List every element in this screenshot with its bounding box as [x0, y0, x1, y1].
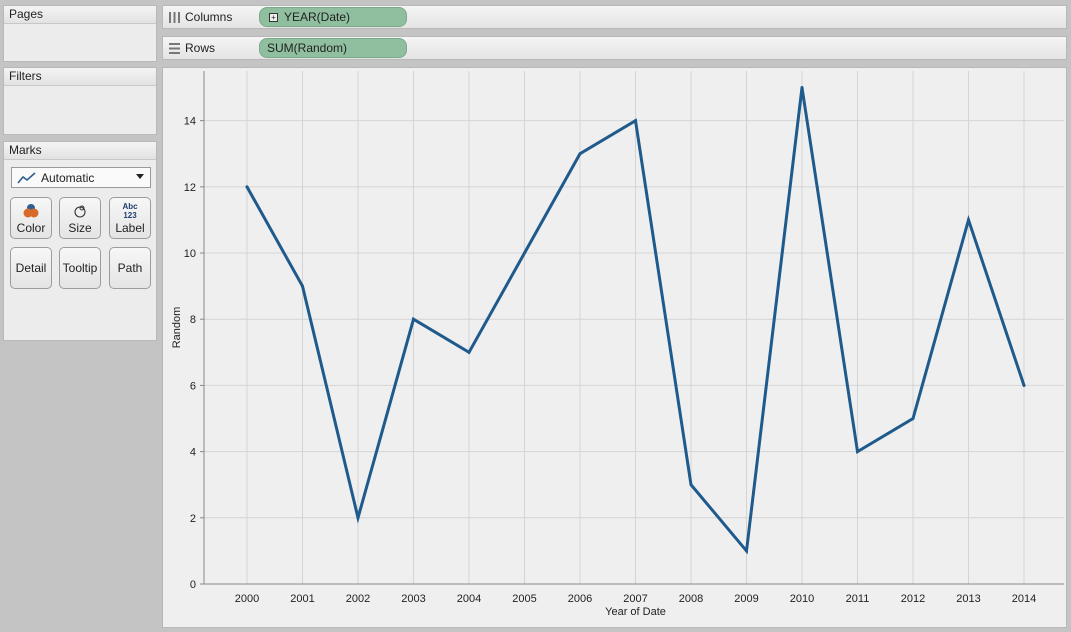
y-tick-label: 8: [190, 314, 196, 326]
data-point: [745, 549, 748, 553]
y-tick-label: 6: [190, 380, 196, 392]
label-icon-123: 123: [123, 211, 137, 220]
y-tick-label: 14: [184, 116, 196, 128]
pages-title: Pages: [4, 6, 156, 24]
data-point: [523, 251, 526, 255]
x-tick-label: 2010: [790, 593, 814, 605]
year-date-pill[interactable]: + YEAR(Date): [259, 7, 407, 27]
color-button-label: Color: [16, 221, 46, 235]
detail-button-label: Detail: [15, 261, 47, 275]
data-point: [967, 218, 970, 222]
y-tick-label: 2: [190, 513, 196, 525]
label-button[interactable]: Abc 123 Label: [109, 197, 151, 239]
filters-title: Filters: [4, 68, 156, 86]
marks-title: Marks: [4, 142, 156, 160]
y-axis-title: Random: [171, 307, 183, 349]
x-tick-label: 2003: [401, 593, 425, 605]
x-tick-label: 2013: [956, 593, 980, 605]
y-tick-label: 0: [190, 579, 196, 591]
size-icon: [60, 203, 100, 219]
y-tick-label: 10: [184, 248, 196, 260]
sum-random-pill[interactable]: SUM(Random): [259, 38, 407, 58]
data-point: [856, 450, 859, 454]
data-point: [356, 516, 360, 520]
size-button[interactable]: Size: [59, 197, 101, 239]
x-tick-label: 2004: [457, 593, 481, 605]
x-tick-label: 2000: [235, 593, 259, 605]
data-point: [467, 350, 471, 354]
mark-type-value: Automatic: [41, 170, 95, 185]
line-chart[interactable]: 0 2 4 6 8 10 12 14 2000 2001 2002 2003 2004 2005 2006 2…: [163, 68, 1066, 627]
data-point: [301, 284, 304, 288]
data-point: [1022, 383, 1026, 387]
tooltip-button-label: Tooltip: [62, 261, 98, 275]
x-tick-label: 2005: [512, 593, 536, 605]
year-date-pill-label: YEAR(Date): [284, 10, 351, 24]
data-point: [911, 417, 915, 421]
size-button-label: Size: [68, 221, 92, 235]
data-point: [578, 152, 582, 156]
rows-shelf[interactable]: Rows SUM(Random): [162, 36, 1067, 60]
x-tick-label: 2007: [623, 593, 647, 605]
x-tick-label: 2014: [1012, 593, 1036, 605]
data-point: [245, 185, 249, 189]
label-icon: Abc 123: [110, 201, 150, 221]
x-tick-label: 2002: [346, 593, 370, 605]
expand-plus-icon[interactable]: +: [269, 13, 278, 22]
label-icon-abc: Abc: [122, 202, 138, 211]
color-button[interactable]: Color: [10, 197, 52, 239]
x-axis-title: Year of Date: [605, 606, 666, 618]
data-point: [634, 119, 637, 123]
x-tick-label: 2011: [846, 593, 870, 605]
y-tick-label: 12: [184, 182, 196, 194]
chart-pane[interactable]: 0 2 4 6 8 10 12 14 2000 2001 2002 2003 2004 2005 2006 2…: [162, 67, 1067, 628]
rows-icon: [169, 43, 180, 54]
color-icon: [11, 203, 51, 219]
chevron-down-icon: [136, 174, 144, 179]
path-button[interactable]: Path: [109, 247, 151, 289]
data-point: [689, 483, 693, 487]
y-tick-label: 4: [190, 447, 196, 459]
filters-card: Filters: [3, 67, 157, 135]
x-tick-label: 2009: [734, 593, 758, 605]
marks-card: Marks Automatic Color Size Abc 123 Label…: [3, 141, 157, 341]
tooltip-button[interactable]: Tooltip: [59, 247, 101, 289]
x-tick-label: 2001: [290, 593, 314, 605]
detail-button[interactable]: Detail: [10, 247, 52, 289]
columns-shelf[interactable]: Columns + YEAR(Date): [162, 5, 1067, 29]
label-button-label: Label: [115, 221, 145, 235]
columns-label: Columns: [185, 10, 233, 24]
pages-card: Pages: [3, 5, 157, 62]
mark-type-dropdown[interactable]: Automatic: [11, 167, 151, 188]
line-mark-icon: [17, 171, 36, 184]
rows-label: Rows: [185, 41, 216, 55]
x-tick-label: 2012: [901, 593, 925, 605]
x-tick-label: 2006: [568, 593, 592, 605]
sum-random-pill-label: SUM(Random): [267, 41, 348, 55]
path-button-label: Path: [117, 261, 143, 275]
columns-icon: [169, 12, 180, 23]
data-point: [800, 86, 804, 90]
data-point: [412, 317, 415, 321]
x-tick-label: 2008: [679, 593, 703, 605]
